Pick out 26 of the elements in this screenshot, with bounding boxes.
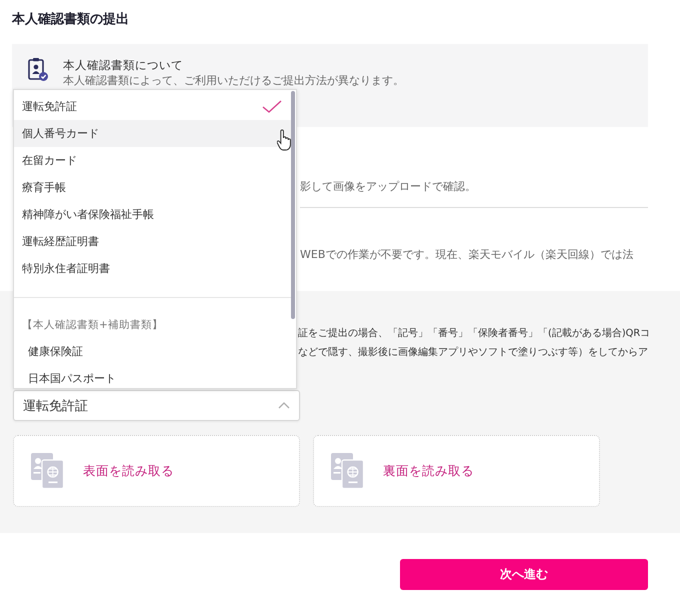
dropdown-option[interactable]: 運転免許証 xyxy=(14,93,291,120)
dropdown-option[interactable]: 在留カード xyxy=(14,147,291,174)
notice-text: 証をご提出の場合、「記号」「番号」「保険者番号」「(記載がある場合)QRコ などで隠す、撮影後に画像編集アプリやソフトで塗りつぶす等）をしてからア xyxy=(298,326,650,360)
id-badge-icon xyxy=(28,57,48,81)
info-text: 本人確認書類によって、ご利用いただけるご提出方法が異なります。 xyxy=(63,73,404,89)
page-title: 本人確認書類の提出 xyxy=(12,12,129,28)
next-button[interactable]: 次へ進む xyxy=(400,559,648,590)
document-select[interactable]: 運転免許証 xyxy=(13,390,300,421)
dropdown-option[interactable]: 療育手帳 xyxy=(14,174,291,201)
dropdown-option[interactable]: 特別永住者証明書 xyxy=(14,255,291,282)
id-documents-icon xyxy=(331,453,364,489)
scrollbar-thumb[interactable] xyxy=(291,91,295,319)
dropdown-option[interactable]: 日本国パスポート xyxy=(14,365,291,388)
method-description: WEBでの作業が不要です。現在、楽天モバイル（楽天回線）では法 xyxy=(300,247,634,263)
dropdown-option[interactable]: 個人番号カード xyxy=(14,120,291,147)
dropdown-option[interactable]: 運転経歴証明書 xyxy=(14,228,291,255)
info-heading: 本人確認書類について xyxy=(63,57,183,73)
chevron-icon xyxy=(278,402,290,409)
group-header: 【本人確認書類+補助書類】 xyxy=(22,318,163,332)
hand-cursor-icon xyxy=(277,129,292,151)
scan-card-button[interactable]: 表面を読み取る xyxy=(13,435,300,507)
dropdown-option[interactable]: 精神障がい者保険福祉手帳 xyxy=(14,201,291,228)
id-documents-icon xyxy=(31,453,64,489)
dropdown-option[interactable]: 健康保険証 xyxy=(14,338,291,365)
scan-card-button[interactable]: 裏面を読み取る xyxy=(313,435,600,507)
method-description: 影して画像をアップロードで確認。 xyxy=(300,179,476,195)
